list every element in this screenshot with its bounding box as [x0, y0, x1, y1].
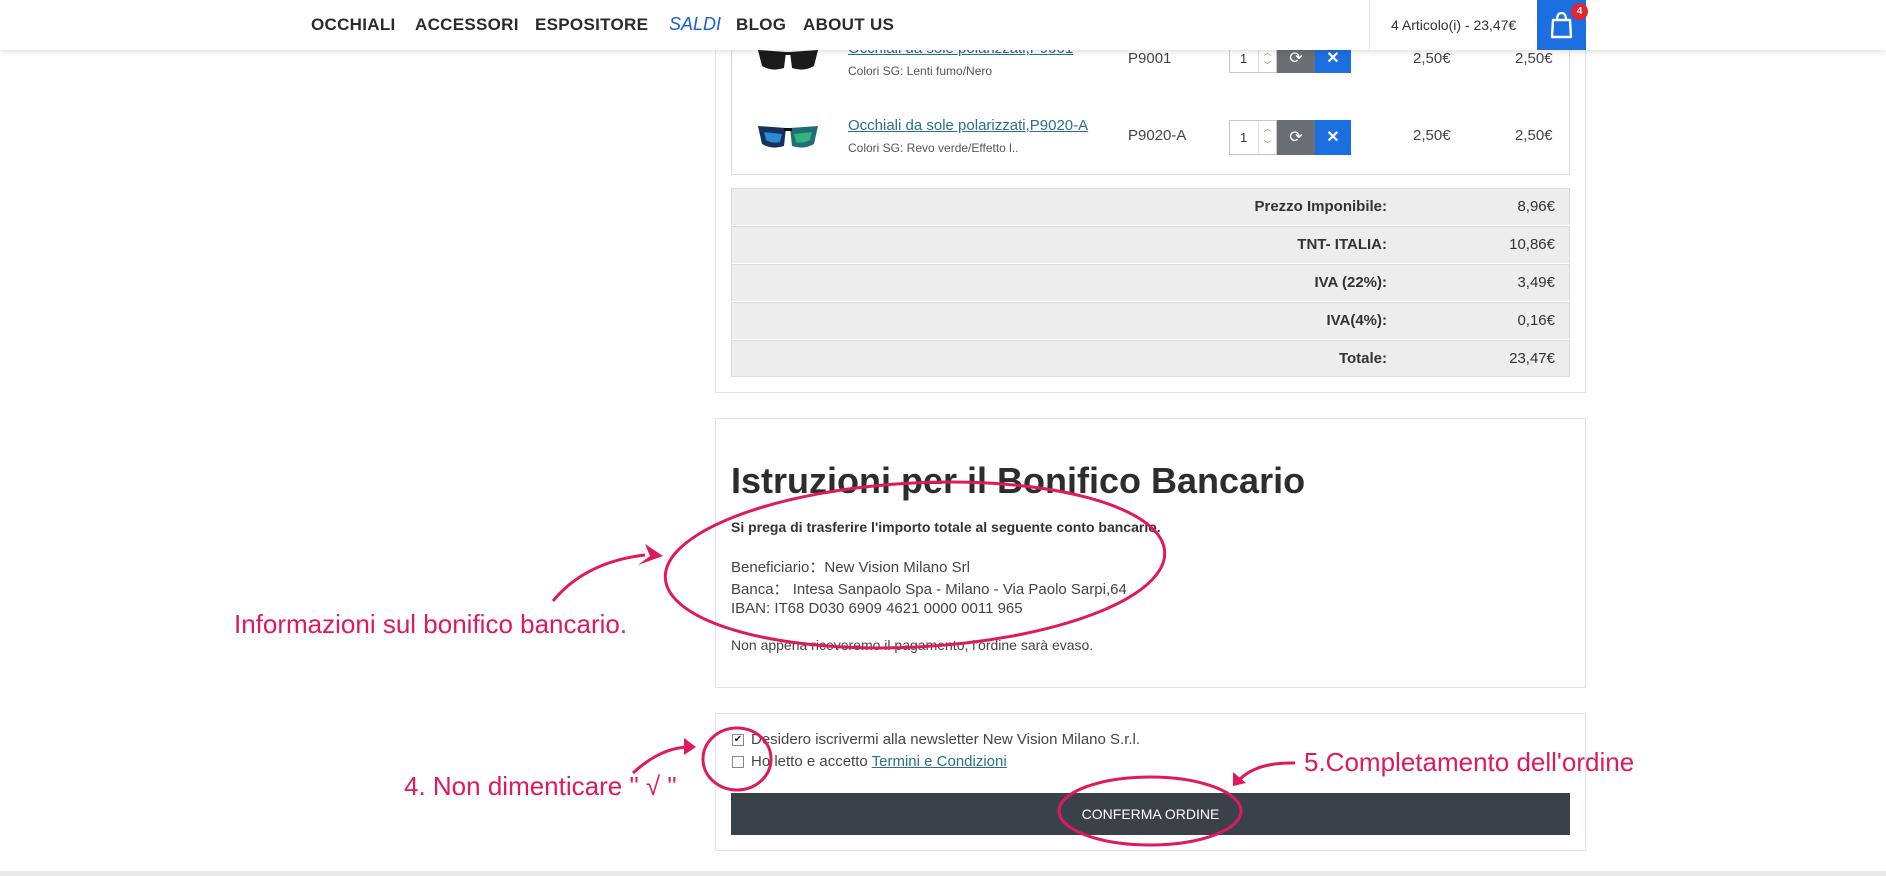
annotation-checkbox-hint: 4. Non dimenticare " √ " [404, 771, 677, 801]
top-navbar [0, 0, 1886, 50]
totals-label: Prezzo Imponibile: [1254, 198, 1387, 215]
totals-row-vat4: IVA(4%): 0,16€ [731, 302, 1570, 339]
totals-label: TNT- ITALIA: [1297, 236, 1387, 253]
annotation-complete-hint: 5.Completamento dell'ordine [1304, 747, 1635, 777]
unit-price: 2,50€ [1413, 50, 1451, 67]
annotation-bank-info: Informazioni sul bonifico bancario. [234, 609, 628, 639]
totals-row-total: Totale: 23,47€ [731, 340, 1570, 377]
totals-row-subtotal: Prezzo Imponibile: 8,96€ [731, 188, 1570, 225]
totals-value: 10,86€ [1509, 236, 1555, 253]
line-total: 2,50€ [1515, 127, 1553, 144]
refresh-icon: ⟳ [1289, 129, 1303, 146]
totals-value: 0,16€ [1517, 312, 1555, 329]
line-total: 2,50€ [1515, 50, 1553, 67]
product-name-link[interactable]: Occhiali da sole polarizzati,P9020-A [848, 117, 1088, 134]
quantity-spinner[interactable]: ︿ ﹀ [1258, 121, 1276, 154]
totals-value: 3,49€ [1517, 274, 1555, 291]
totals-row-shipping: TNT- ITALIA: 10,86€ [731, 226, 1570, 263]
close-icon: ✕ [1326, 50, 1340, 67]
cart-item-row: Occhiali da sole polarizzati,P9020-A Col… [731, 98, 1570, 172]
annotation-arrowhead [638, 544, 663, 565]
product-color: Colori SG: Revo verde/Effetto l.. [848, 141, 1019, 155]
terms-label: Ho letto e accetto Termini e Condizioni [751, 753, 1007, 770]
totals-label: IVA(4%): [1326, 312, 1387, 329]
bank-transfer-intro: Si prega di trasferire l'importo totale … [731, 519, 1161, 535]
bank-transfer-title: Istruzioni per il Bonifico Bancario [731, 460, 1306, 501]
nav-saldi[interactable]: SALDI [669, 14, 721, 35]
nav-accessori[interactable]: ACCESSORI [415, 15, 519, 35]
newsletter-label[interactable]: Desidero iscrivermi alla newsletter New … [751, 731, 1140, 748]
terms-prefix[interactable]: Ho letto e accetto [751, 753, 872, 770]
bank-transfer-note: Non appena riceveremo il pagamento, l'or… [731, 637, 1094, 653]
bank-iban: IBAN: IT68 D030 6909 4621 0000 0011 965 [731, 600, 1023, 617]
product-sku: P9020-A [1128, 127, 1187, 144]
quantity-value[interactable]: 1 [1240, 130, 1247, 145]
terms-checkbox[interactable] [732, 756, 744, 768]
bank-beneficiary: Beneficiario：New Vision Milano Srl [731, 559, 970, 576]
remove-item-button[interactable]: ✕ [1315, 120, 1351, 155]
totals-label: Totale: [1338, 350, 1387, 367]
cart-count-badge: 4 [1571, 3, 1588, 20]
nav-about-us[interactable]: ABOUT US [803, 15, 894, 35]
product-color: Colori SG: Lenti fumo/Nero [848, 64, 993, 78]
chevron-up-icon[interactable]: ︿ [1264, 124, 1272, 133]
quantity-stepper[interactable]: 1 ︿ ﹀ [1229, 120, 1277, 155]
chevron-down-icon[interactable]: ﹀ [1264, 61, 1272, 70]
annotation-arrow-bank [551, 553, 646, 602]
totals-value: 8,96€ [1517, 198, 1555, 215]
nav-espositore[interactable]: ESPOSITORE [535, 15, 648, 35]
footer-divider [0, 871, 1886, 876]
quantity-value[interactable]: 1 [1240, 51, 1247, 66]
newsletter-checkbox[interactable]: ✔ [732, 734, 744, 746]
chevron-down-icon[interactable]: ﹀ [1264, 140, 1272, 149]
terms-link[interactable]: Termini e Condizioni [872, 753, 1007, 770]
bank-name: Banca： Intesa Sanpaolo Spa - Milano - Vi… [731, 581, 1127, 598]
confirm-order-button[interactable]: CONFERMA ORDINE [731, 793, 1570, 835]
refresh-button[interactable]: ⟳ [1277, 120, 1315, 155]
close-icon: ✕ [1326, 129, 1340, 146]
sunglasses-thumbnail-blue[interactable] [756, 122, 820, 152]
unit-price: 2,50€ [1413, 127, 1451, 144]
nav-blog[interactable]: BLOG [736, 15, 786, 35]
annotation-arrowhead [684, 738, 696, 755]
totals-row-vat22: IVA (22%): 3,49€ [731, 264, 1570, 301]
nav-occhiali[interactable]: OCCHIALI [311, 15, 396, 35]
annotation-arrow-checkbox [631, 745, 689, 775]
refresh-icon: ⟳ [1289, 50, 1303, 67]
totals-table: Prezzo Imponibile: 8,96€ TNT- ITALIA: 10,8… [731, 188, 1570, 378]
cart-summary[interactable]: 4 Articolo(i) - 23,47€ [1391, 17, 1516, 33]
product-sku: P9001 [1128, 50, 1172, 67]
totals-label: IVA (22%): [1314, 274, 1387, 291]
totals-value: 23,47€ [1509, 350, 1555, 367]
cart-divider [1369, 0, 1370, 50]
